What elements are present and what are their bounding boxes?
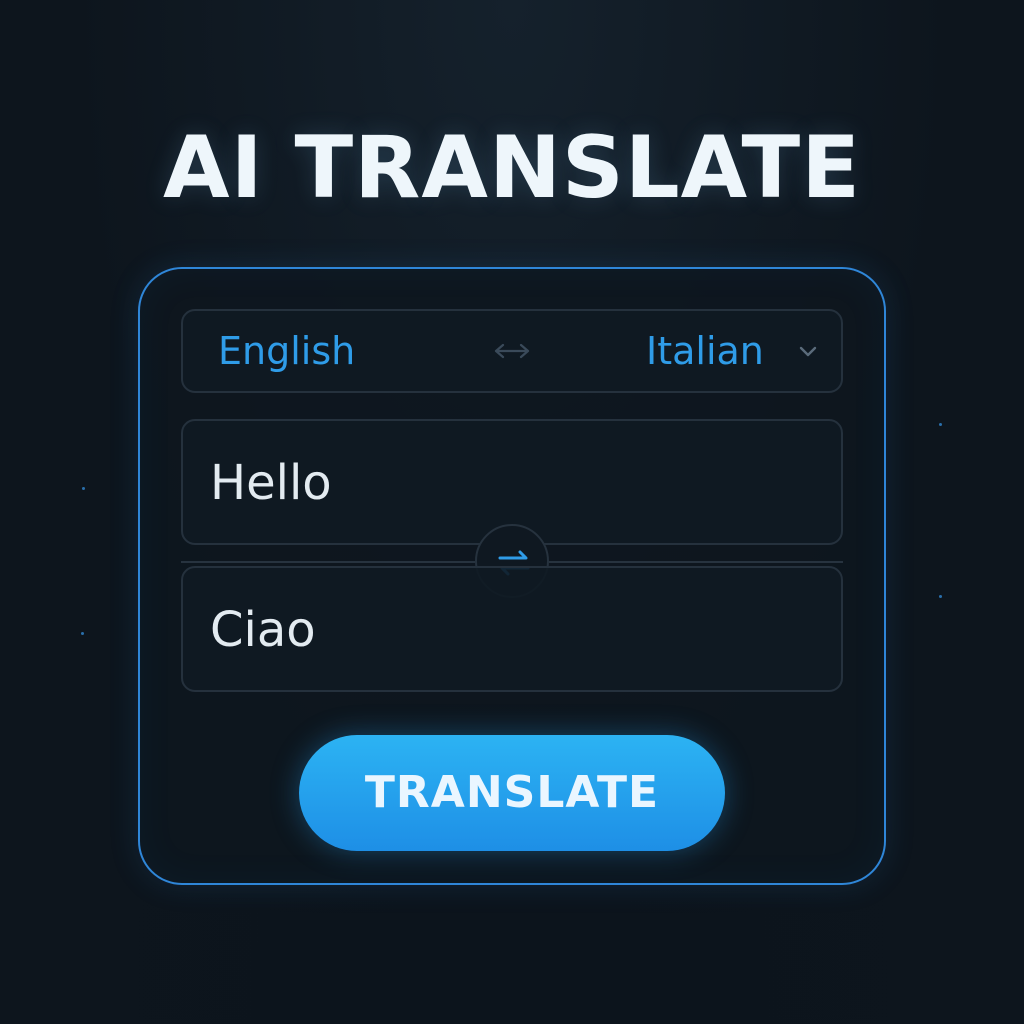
target-text-value: Ciao: [210, 602, 316, 658]
app-title: AI TRANSLATE: [163, 118, 861, 218]
ambient-dot: [939, 423, 942, 426]
divider-left: [181, 561, 475, 563]
source-language-select[interactable]: English: [218, 328, 355, 374]
target-language-select[interactable]: Italian: [646, 328, 764, 374]
arrows-left-right-icon[interactable]: [494, 336, 530, 366]
translate-button[interactable]: TRANSLATE: [299, 735, 725, 851]
source-text-value[interactable]: Hello: [210, 454, 332, 512]
divider-right: [549, 561, 843, 563]
chevron-down-icon[interactable]: [797, 341, 819, 361]
ambient-dot: [82, 487, 85, 490]
ambient-dot: [81, 632, 84, 635]
ambient-dot: [939, 595, 942, 598]
